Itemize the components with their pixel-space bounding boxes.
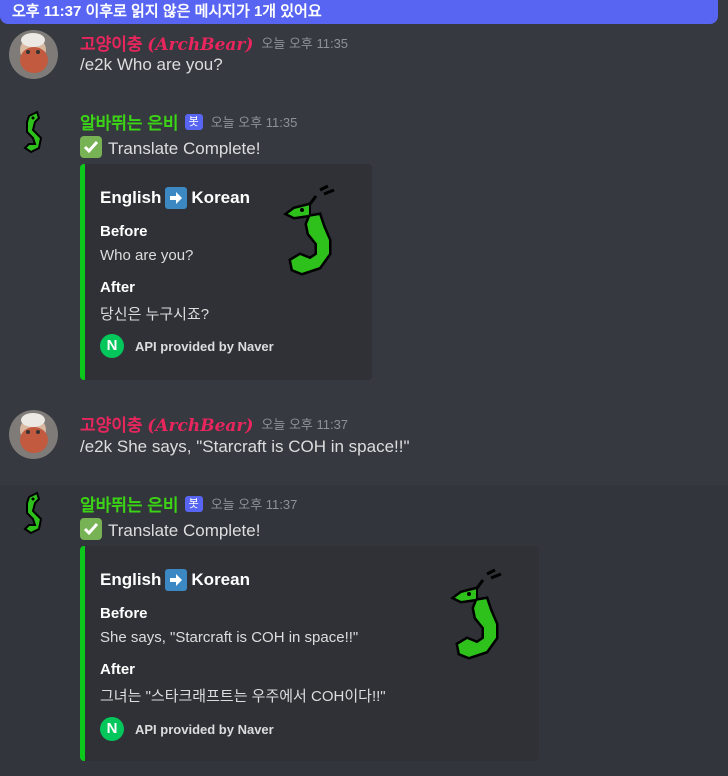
white-check-mark-icon <box>80 136 102 158</box>
user-avatar[interactable] <box>9 30 58 79</box>
embed-footer-text: API provided by Naver <box>135 338 274 354</box>
timestamp: 오늘 오후 11:37 <box>261 417 349 432</box>
embed-field-after-value: 그녀는 "스타크래프트는 우주에서 COH이다!!" <box>100 688 386 705</box>
white-check-mark-icon <box>80 518 102 540</box>
embed-thumbnail[interactable] <box>447 568 519 662</box>
message-header: 고양이충 (ArchBear) 오늘 오후 11:35 <box>80 30 348 55</box>
message-content: /e2k She says, "Starcraft is COH in spac… <box>80 437 410 456</box>
message-header: 알바뛰는 은비 봇 오늘 오후 11:37 <box>80 491 297 516</box>
message-content: Translate Complete! <box>80 518 260 541</box>
translation-embed: English Korean Before She says, "Starcra… <box>80 546 539 761</box>
embed-field-before-label: Before <box>100 605 148 622</box>
bot-badge: 봇 <box>184 113 203 130</box>
embed-field-after-label: After <box>100 661 136 678</box>
unread-messages-banner[interactable]: 오후 11:37 이후로 읽지 않은 메시지가 1개 있어요 <box>0 0 718 24</box>
bot-badge: 봇 <box>184 495 203 512</box>
embed-footer: N API provided by Naver <box>100 717 274 741</box>
embed-title: English Korean <box>100 187 250 209</box>
bot-avatar[interactable] <box>9 108 58 157</box>
message-content: Translate Complete! <box>80 136 260 159</box>
bot-avatar[interactable] <box>9 489 58 538</box>
username[interactable]: 고양이충 (ArchBear) <box>80 411 253 436</box>
bot-username[interactable]: 알바뛰는 은비 <box>80 491 179 516</box>
timestamp: 오늘 오후 11:35 <box>210 115 298 130</box>
embed-footer: N API provided by Naver <box>100 334 274 358</box>
message-bot-2: 알바뛰는 은비 봇 오늘 오후 11:37 Translate Complete… <box>0 485 728 776</box>
message-header: 알바뛰는 은비 봇 오늘 오후 11:35 <box>80 109 297 134</box>
message-user-1: 고양이충 (ArchBear) 오늘 오후 11:35 /e2k Who are… <box>0 24 728 99</box>
timestamp: 오늘 오후 11:35 <box>261 36 349 51</box>
embed-field-after-value: 당신은 누구시죠? <box>100 306 210 323</box>
user-avatar[interactable] <box>9 410 58 459</box>
message-user-2: 고양이충 (ArchBear) 오늘 오후 11:37 /e2k She say… <box>0 403 728 483</box>
arrow-right-icon <box>165 187 188 209</box>
message-content: /e2k Who are you? <box>80 55 223 74</box>
naver-logo-icon: N <box>100 717 124 741</box>
embed-field-before-value: Who are you? <box>100 247 194 264</box>
translation-embed: English Korean Before Who are you? After… <box>80 164 372 380</box>
naver-logo-icon: N <box>100 334 124 358</box>
embed-footer-text: API provided by Naver <box>135 721 274 737</box>
timestamp: 오늘 오후 11:37 <box>210 497 298 512</box>
bot-username[interactable]: 알바뛰는 은비 <box>80 109 179 134</box>
embed-thumbnail[interactable] <box>280 184 352 278</box>
embed-field-before-value: She says, "Starcraft is COH in space!!" <box>100 629 359 646</box>
embed-field-after-label: After <box>100 279 136 296</box>
message-bot-1: 알바뛰는 은비 봇 오늘 오후 11:35 Translate Complete… <box>0 101 728 386</box>
arrow-right-icon <box>165 569 188 591</box>
embed-field-before-label: Before <box>100 223 148 240</box>
username[interactable]: 고양이충 (ArchBear) <box>80 30 253 55</box>
embed-title: English Korean <box>100 569 250 591</box>
message-header: 고양이충 (ArchBear) 오늘 오후 11:37 <box>80 411 348 436</box>
